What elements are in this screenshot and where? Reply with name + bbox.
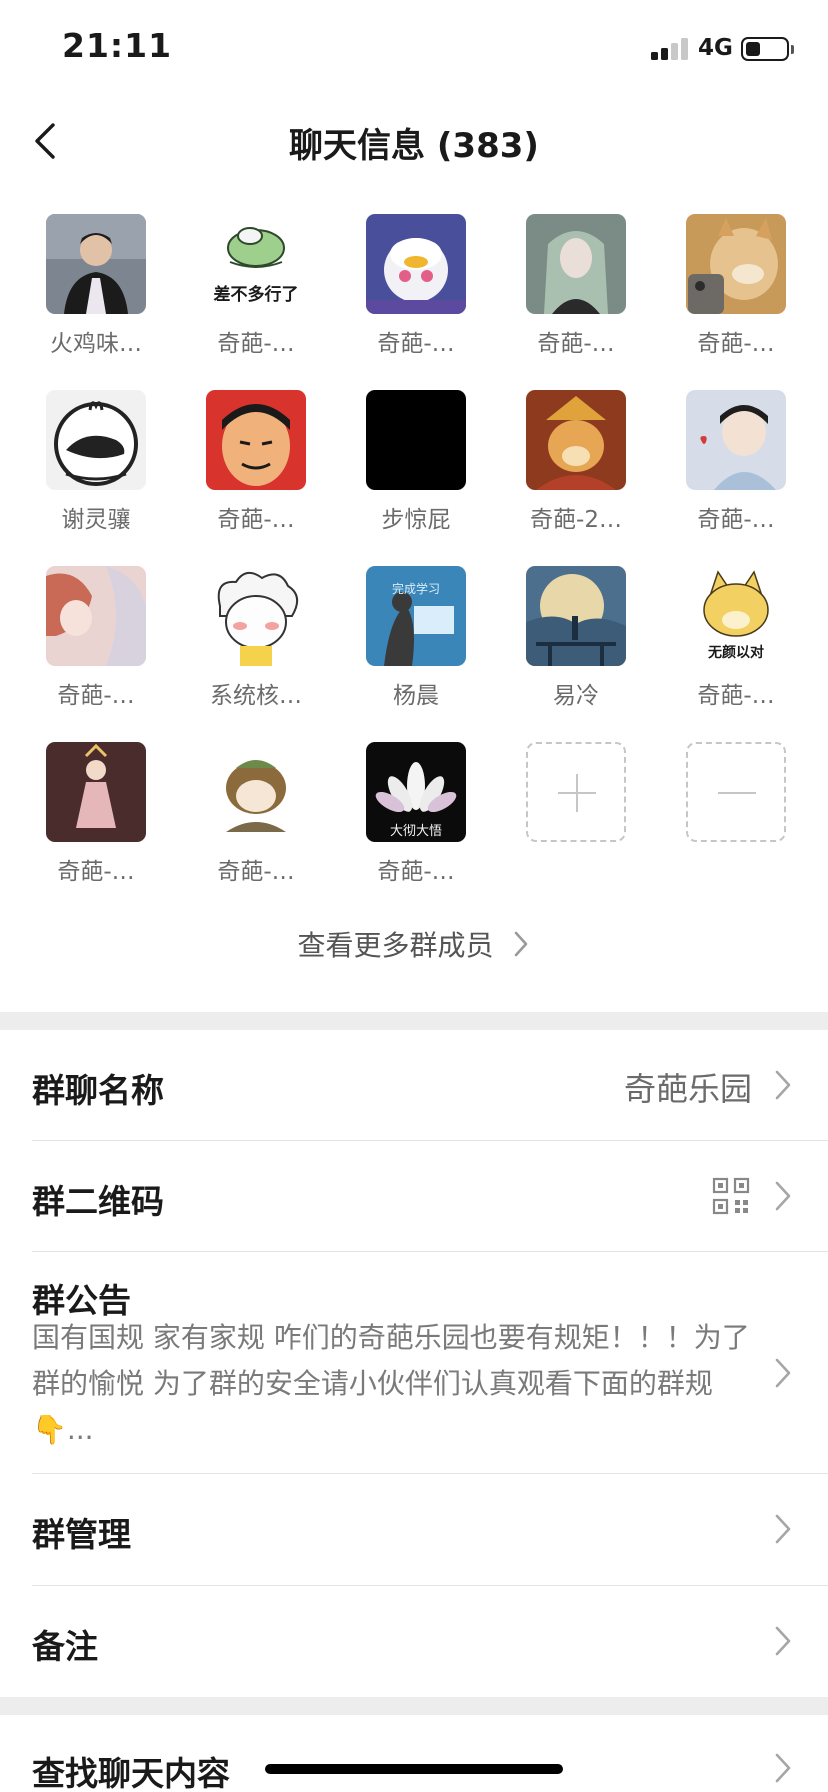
- member-name: 奇葩-…: [697, 507, 775, 533]
- member-item[interactable]: 奇葩-…: [26, 566, 166, 710]
- member-name: 杨晨: [393, 683, 439, 709]
- member-item[interactable]: 奇葩-2…: [506, 390, 646, 534]
- avatar: [526, 390, 626, 490]
- qr-code-icon: [712, 1177, 750, 1215]
- avatar: [206, 742, 306, 842]
- member-item[interactable]: 谢灵骧: [26, 390, 166, 534]
- avatar: 差不多行了: [206, 214, 306, 314]
- avatar-caption: 差不多行了: [213, 285, 299, 305]
- member-name: 奇葩-…: [697, 331, 775, 357]
- member-item[interactable]: 火鸡味…: [26, 214, 166, 358]
- section-divider: [0, 1697, 828, 1715]
- battery-icon: [741, 37, 789, 61]
- avatar: 大彻大悟: [366, 742, 466, 842]
- avatar: [526, 214, 626, 314]
- member-item[interactable]: 大彻大悟 奇葩-…: [346, 742, 486, 886]
- avatar-caption: 大彻大悟: [389, 824, 442, 839]
- member-name: 火鸡味…: [50, 331, 142, 357]
- add-member-button[interactable]: [506, 742, 646, 842]
- avatar-caption: 无颜以对: [708, 645, 764, 661]
- member-name: 系统核…: [210, 683, 302, 709]
- group-name-row[interactable]: 群聊名称 奇葩乐园: [0, 1030, 828, 1140]
- member-name: 奇葩-…: [57, 683, 135, 709]
- member-name: 奇葩-…: [377, 859, 455, 885]
- network-type: 4G: [698, 35, 733, 61]
- page-title: 聊天信息 (383): [289, 126, 539, 166]
- member-item[interactable]: 奇葩-…: [186, 390, 326, 534]
- member-item[interactable]: 无颜以对 奇葩-…: [666, 566, 806, 710]
- member-name: 步惊屁: [381, 507, 451, 533]
- search-chat-label: 查找聊天内容: [32, 1754, 230, 1792]
- avatar-caption: 完成学习: [391, 582, 440, 596]
- avatar: [366, 390, 466, 490]
- avatar: [206, 390, 306, 490]
- member-item[interactable]: 步惊屁: [346, 390, 486, 534]
- member-name: 奇葩-…: [377, 331, 455, 357]
- member-item[interactable]: 差不多行了 奇葩-…: [186, 214, 326, 358]
- member-item[interactable]: 奇葩-…: [26, 742, 166, 886]
- minus-icon: [686, 742, 786, 842]
- avatar: [686, 214, 786, 314]
- group-name-label: 群聊名称: [32, 1071, 164, 1110]
- remark-row[interactable]: 备注: [0, 1586, 828, 1696]
- member-item[interactable]: 易冷: [506, 566, 646, 710]
- chevron-right-icon: [775, 1181, 791, 1211]
- member-item[interactable]: 奇葩-…: [186, 742, 326, 886]
- avatar: [46, 390, 146, 490]
- remark-label: 备注: [32, 1627, 98, 1666]
- cellular-signal-icon: [651, 38, 689, 60]
- plus-icon: [526, 742, 626, 842]
- group-qr-label: 群二维码: [32, 1182, 164, 1221]
- member-name: 奇葩-…: [217, 859, 295, 885]
- member-name: 易冷: [553, 683, 599, 709]
- group-qr-row[interactable]: 群二维码: [0, 1141, 828, 1251]
- search-chat-row[interactable]: 查找聊天内容: [0, 1715, 828, 1792]
- member-name: 奇葩-2…: [530, 507, 622, 533]
- chevron-right-icon: [775, 1753, 791, 1783]
- avatar: [206, 566, 306, 666]
- status-time: 21:11: [62, 26, 173, 65]
- avatar: [686, 390, 786, 490]
- view-more-members-label: 查看更多群成员: [297, 929, 494, 962]
- nav-bar: 聊天信息 (383): [0, 100, 828, 182]
- group-notice-text: 国有国规 家有家规 咋们的奇葩乐园也要有规矩！！！为了群的愉悦 为了群的安全请小…: [32, 1321, 750, 1446]
- avatar: [46, 566, 146, 666]
- chevron-right-icon: [775, 1070, 791, 1100]
- member-name: 奇葩-…: [217, 507, 295, 533]
- member-item[interactable]: 奇葩-…: [506, 214, 646, 358]
- avatar: [46, 214, 146, 314]
- avatar: 无颜以对: [686, 566, 786, 666]
- chevron-right-icon: [775, 1358, 791, 1388]
- battery-tip: [791, 45, 794, 54]
- member-name: 谢灵骧: [61, 507, 131, 533]
- member-name: 奇葩-…: [57, 859, 135, 885]
- section-divider: [0, 1012, 828, 1030]
- avatar: [366, 214, 466, 314]
- avatar: [46, 742, 146, 842]
- home-indicator[interactable]: [265, 1764, 563, 1774]
- group-manage-row[interactable]: 群管理: [0, 1474, 828, 1584]
- member-name: 奇葩-…: [537, 331, 615, 357]
- chevron-right-icon: [775, 1514, 791, 1544]
- group-manage-label: 群管理: [32, 1515, 131, 1554]
- member-item[interactable]: 奇葩-…: [346, 214, 486, 358]
- member-item[interactable]: 奇葩-…: [666, 390, 806, 534]
- chevron-right-icon: [515, 931, 528, 957]
- chevron-right-icon: [775, 1626, 791, 1656]
- member-name: 奇葩-…: [697, 683, 775, 709]
- member-name: 奇葩-…: [217, 331, 295, 357]
- view-more-members-link[interactable]: 查看更多群成员: [0, 924, 828, 964]
- member-item[interactable]: 系统核…: [186, 566, 326, 710]
- member-item[interactable]: 完成学习 杨晨: [346, 566, 486, 710]
- avatar: 完成学习: [366, 566, 466, 666]
- avatar: [526, 566, 626, 666]
- member-item[interactable]: 奇葩-…: [666, 214, 806, 358]
- remove-member-button[interactable]: [666, 742, 806, 842]
- status-bar: 21:11 4G: [0, 0, 828, 100]
- group-name-value: 奇葩乐园: [623, 1070, 752, 1108]
